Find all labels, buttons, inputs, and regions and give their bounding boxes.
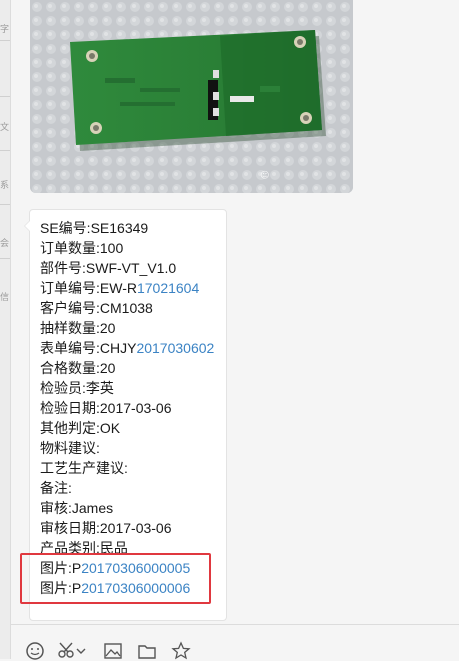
material-suggestion-line: 物料建议: <box>40 438 214 458</box>
phone-link[interactable]: 17021604 <box>137 280 199 296</box>
field-label: SE编号: <box>40 220 91 236</box>
field-label: 检验日期: <box>40 400 100 416</box>
field-value: 李英 <box>85 380 114 396</box>
inspector-line: 检验员:李英 <box>40 378 214 398</box>
divider <box>0 96 10 97</box>
process-suggestion-line: 工艺生产建议: <box>40 458 214 478</box>
field-label: 审核: <box>40 500 72 516</box>
field-value: CHJY <box>99 340 137 356</box>
field-value: 20 <box>99 360 116 376</box>
field-value: CM1038 <box>99 300 153 316</box>
field-label: 订单数量: <box>40 240 100 256</box>
other-judgement-line: 其他判定:OK <box>40 418 214 438</box>
field-label: 合格数量: <box>40 360 100 376</box>
pcb-photo[interactable]: ☺ <box>30 0 353 193</box>
field-label: 工艺生产建议: <box>40 460 128 476</box>
divider <box>0 40 10 41</box>
field-value: 100 <box>99 240 124 256</box>
field-label: 抽样数量: <box>40 320 100 336</box>
field-label: 审核日期: <box>40 520 100 536</box>
field-label: 表单编号: <box>40 340 100 356</box>
sample-quantity-line: 抽样数量:20 <box>40 318 214 338</box>
divider <box>0 204 10 205</box>
field-label: 客户编号: <box>40 300 100 316</box>
truncated-text: 信 <box>0 292 10 302</box>
red-highlight-box <box>20 553 211 604</box>
part-number-line: 部件号:SWF-VT_V1.0 <box>40 258 214 278</box>
field-label: 订单编号: <box>40 280 100 296</box>
truncated-text: 文 <box>0 122 10 132</box>
remarks-line: 备注: <box>40 478 214 498</box>
field-value: 2017-03-06 <box>99 520 172 536</box>
divider <box>0 150 10 151</box>
se-number-line: SE编号:SE16349 <box>40 218 214 238</box>
field-label: 备注: <box>40 480 72 496</box>
star-icon[interactable] <box>171 641 191 661</box>
field-label: 部件号: <box>40 260 86 276</box>
field-label: 物料建议: <box>40 440 100 456</box>
review-date-line: 审核日期:2017-03-06 <box>40 518 214 538</box>
form-number-line: 表单编号:CHJY2017030602 <box>40 338 214 358</box>
reviewer-line: 审核:James <box>40 498 214 518</box>
truncated-text: 字 <box>0 24 10 34</box>
scissors-icon[interactable] <box>57 641 77 661</box>
order-number-line: 订单编号:EW-R17021604 <box>40 278 214 298</box>
order-quantity-line: 订单数量:100 <box>40 238 214 258</box>
input-toolbar <box>11 624 459 660</box>
field-label: 检验员: <box>40 380 86 396</box>
truncated-text: 系 <box>0 180 10 190</box>
message-text: SE编号:SE16349 订单数量:100 部件号:SWF-VT_V1.0 订单… <box>40 218 214 598</box>
inspection-date-line: 检验日期:2017-03-06 <box>40 398 214 418</box>
qualified-quantity-line: 合格数量:20 <box>40 358 214 378</box>
field-value: OK <box>99 420 121 436</box>
image-icon[interactable] <box>103 641 123 661</box>
field-value: James <box>71 500 114 516</box>
phone-link[interactable]: 2017030602 <box>136 340 214 356</box>
field-label: 其他判定: <box>40 420 100 436</box>
field-value: SWF-VT_V1.0 <box>85 260 177 276</box>
emoji-icon[interactable] <box>25 641 45 661</box>
truncated-text: 会 <box>0 238 10 248</box>
field-value: SE16349 <box>90 220 149 236</box>
pcb-photo-image: ☺ <box>30 0 353 193</box>
svg-text:☺: ☺ <box>260 170 269 181</box>
field-value: 20 <box>99 320 116 336</box>
divider <box>0 258 10 259</box>
field-value: EW-R <box>99 280 137 296</box>
left-panel-edge: 字 文 系 会 信 <box>0 0 11 659</box>
field-value: 2017-03-06 <box>99 400 172 416</box>
chevron-down-icon[interactable] <box>75 641 95 661</box>
folder-icon[interactable] <box>137 641 157 661</box>
customer-number-line: 客户编号:CM1038 <box>40 298 214 318</box>
